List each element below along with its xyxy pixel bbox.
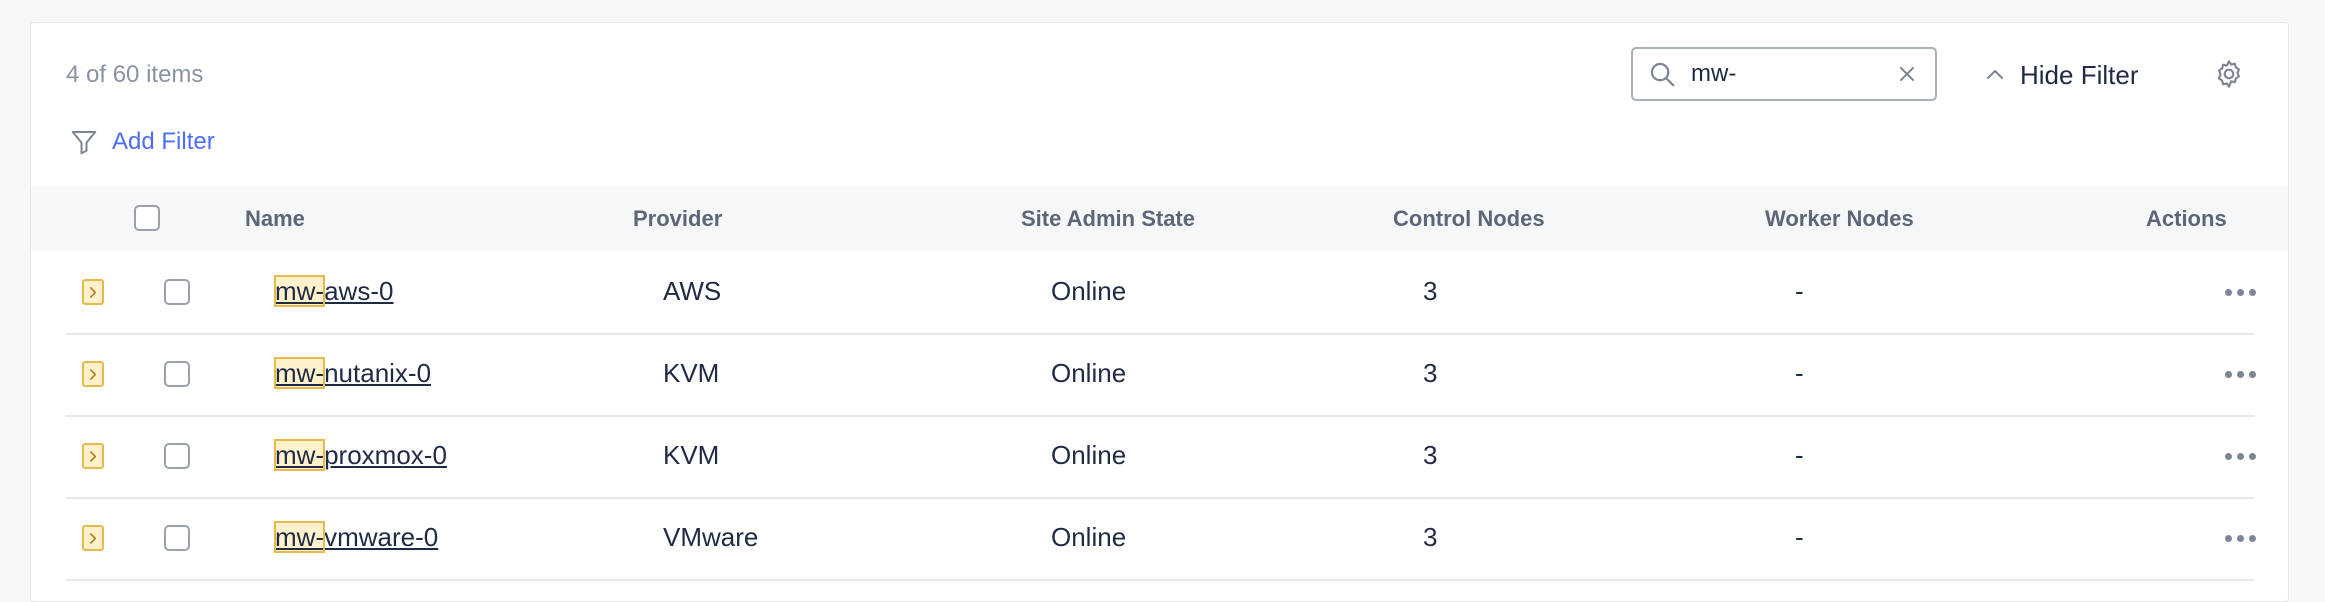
worker-nodes-cell: -	[1795, 358, 1804, 388]
cluster-name-link[interactable]: mw-vmware-0	[273, 521, 439, 553]
cluster-name-link[interactable]: mw-nutanix-0	[273, 357, 432, 389]
row-checkbox[interactable]	[164, 443, 190, 469]
hide-filter-label: Hide Filter	[2020, 59, 2139, 90]
add-filter-button[interactable]: Add Filter	[69, 122, 215, 162]
search-box	[1631, 47, 1937, 101]
row-checkbox[interactable]	[164, 525, 190, 551]
row-checkbox[interactable]	[164, 361, 190, 387]
chevron-up-icon	[1987, 70, 2003, 79]
name-rest: nutanix-0	[324, 358, 432, 388]
worker-nodes-cell: -	[1795, 522, 1804, 552]
more-horizontal-icon[interactable]	[2225, 371, 2256, 378]
select-all-checkbox[interactable]	[134, 205, 160, 231]
clusters-panel: 4 of 60 items Add Filter Hide Filter	[30, 22, 2289, 602]
worker-nodes-cell: -	[1795, 276, 1804, 306]
search-match: mw-	[273, 439, 326, 471]
cluster-name-link[interactable]: mw-proxmox-0	[273, 439, 447, 471]
search-match: mw-	[273, 275, 326, 307]
control-nodes-cell: 3	[1423, 276, 1438, 306]
name-rest: aws-0	[324, 276, 394, 306]
column-header-control-nodes[interactable]: Control Nodes	[1393, 206, 1545, 232]
provider-cell: KVM	[663, 358, 720, 388]
chevron-right-icon[interactable]	[82, 361, 104, 387]
more-horizontal-icon[interactable]	[2225, 535, 2256, 542]
control-nodes-cell: 3	[1423, 358, 1438, 388]
column-header-site-admin-state[interactable]: Site Admin State	[1021, 206, 1195, 232]
name-rest: proxmox-0	[324, 440, 447, 470]
chevron-right-icon[interactable]	[82, 443, 104, 469]
name-rest: vmware-0	[324, 522, 439, 552]
table-row: mw-proxmox-0 KVM Online 3 -	[66, 415, 2256, 499]
hide-filter-button[interactable]: Hide Filter	[1984, 55, 2138, 95]
more-horizontal-icon[interactable]	[2225, 453, 2256, 460]
search-match: mw-	[273, 521, 326, 553]
add-filter-label: Add Filter	[112, 128, 215, 155]
table-row: mw-vmware-0 VMware Online 3 -	[66, 497, 2256, 581]
table-row: mw-nutanix-0 KVM Online 3 -	[66, 333, 2256, 417]
column-header-actions: Actions	[2146, 206, 2227, 231]
close-icon[interactable]	[1897, 64, 1917, 84]
column-header-provider[interactable]: Provider	[633, 206, 722, 232]
column-header-name[interactable]: Name	[245, 206, 305, 232]
provider-cell: AWS	[663, 276, 722, 306]
more-horizontal-icon[interactable]	[2225, 289, 2256, 296]
search-icon	[1647, 59, 1677, 89]
gear-icon[interactable]	[2213, 58, 2245, 90]
provider-cell: VMware	[663, 522, 759, 552]
chevron-right-icon[interactable]	[82, 279, 104, 305]
cluster-name-link[interactable]: mw-aws-0	[273, 275, 394, 307]
chevron-right-icon[interactable]	[82, 525, 104, 551]
table-row: mw-aws-0 AWS Online 3 -	[66, 251, 2256, 335]
worker-nodes-cell: -	[1795, 440, 1804, 470]
column-header-worker-nodes[interactable]: Worker Nodes	[1765, 206, 1914, 232]
item-count: 4 of 60 items	[66, 61, 204, 88]
site-admin-state-cell: Online	[1051, 276, 1127, 306]
control-nodes-cell: 3	[1423, 440, 1438, 470]
row-checkbox[interactable]	[164, 279, 190, 305]
search-match: mw-	[273, 357, 326, 389]
control-nodes-cell: 3	[1423, 522, 1438, 552]
site-admin-state-cell: Online	[1051, 440, 1127, 470]
funnel-icon	[71, 131, 97, 155]
site-admin-state-cell: Online	[1051, 358, 1127, 388]
site-admin-state-cell: Online	[1051, 522, 1127, 552]
table-header: Name Provider Site Admin State Control N…	[31, 186, 2288, 250]
provider-cell: KVM	[663, 440, 720, 470]
search-input[interactable]	[1689, 59, 1893, 89]
